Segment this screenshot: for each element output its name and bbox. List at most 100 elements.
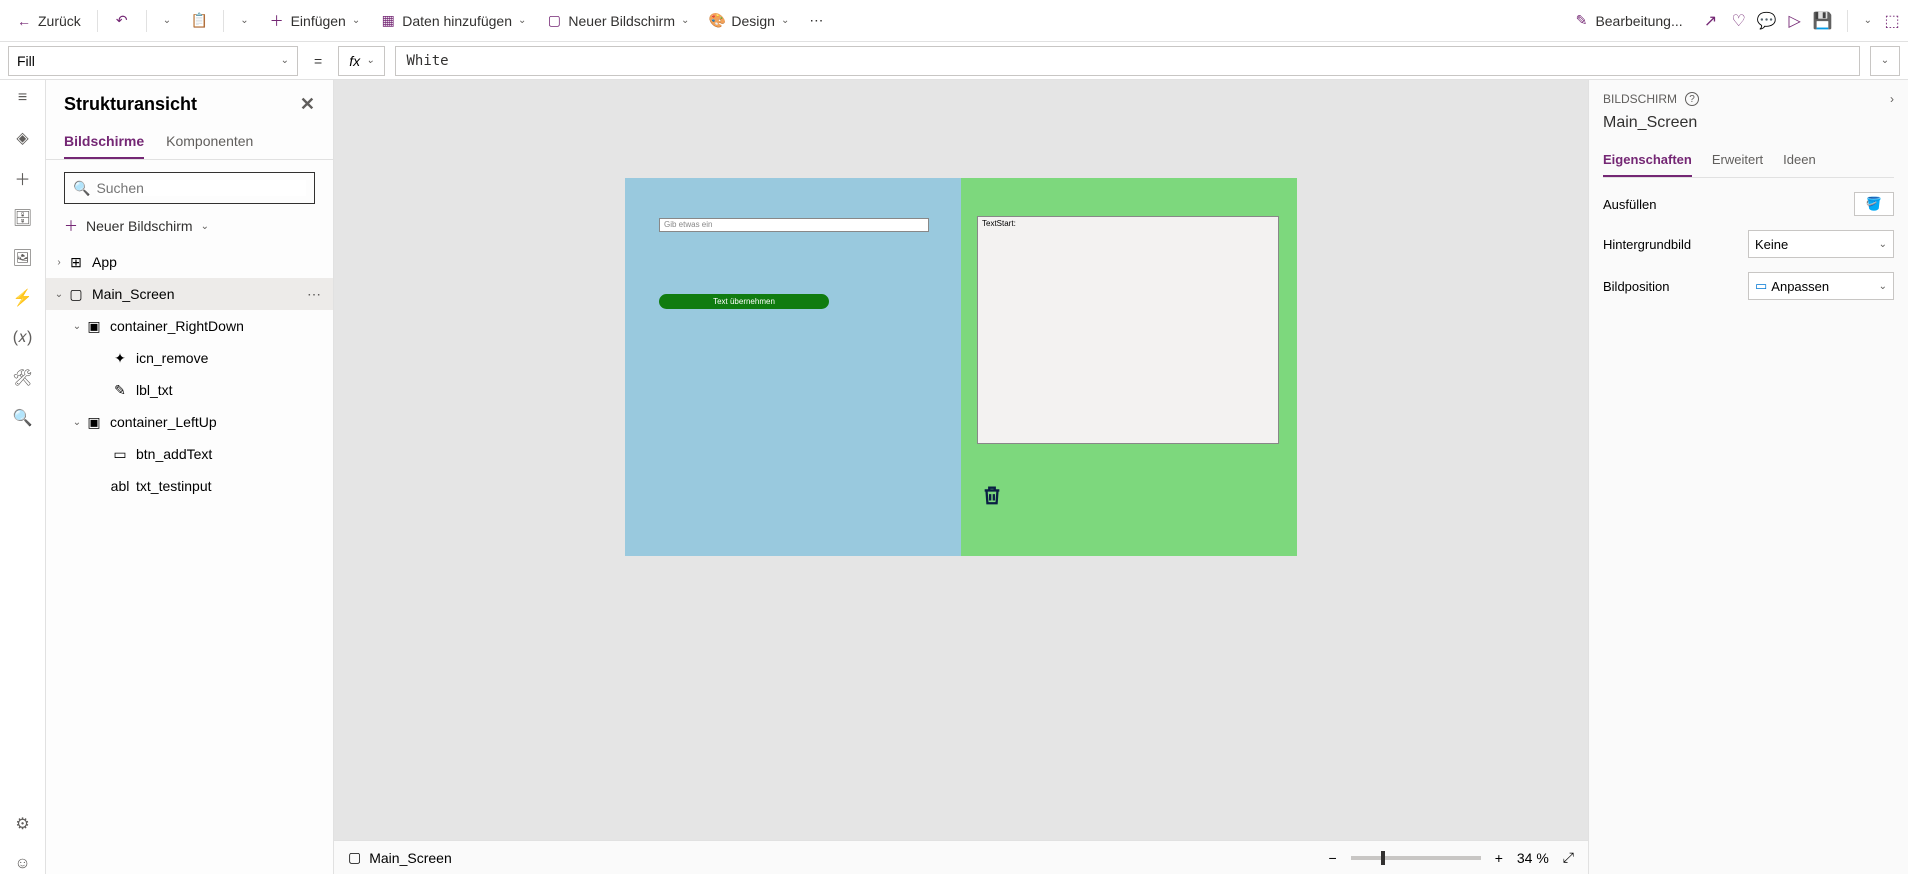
comments-icon[interactable]: 💬 [1759, 13, 1775, 29]
tree-item-txt-testinput[interactable]: abl txt_testinput [46, 470, 333, 502]
variables-icon[interactable]: (𝑥) [13, 328, 33, 348]
btn-addtext-preview[interactable]: Text übernehmen [659, 294, 829, 309]
txt-testinput-preview[interactable]: Gib etwas ein [659, 218, 929, 232]
left-rail: ≡ ◈ ＋ 🗄 🖼 ⚡ (𝑥) 🛠 🔍 ⚙ ☺ [0, 80, 46, 874]
new-screen-tree-button[interactable]: ＋ Neuer Bildschirm ⌄ [64, 216, 315, 236]
bg-image-select[interactable]: Keine ⌄ [1748, 230, 1894, 258]
app-icon: ⊞ [68, 254, 84, 270]
design-button[interactable]: 🎨 Design ⌄ [701, 9, 797, 33]
undo-button[interactable]: ↶ [106, 9, 138, 33]
search-icon: 🔍 [73, 180, 90, 197]
pencil-icon: ✎ [1573, 13, 1589, 29]
formula-input[interactable] [395, 46, 1860, 76]
more-button[interactable]: ⋯ [801, 8, 831, 33]
props-tab-advanced[interactable]: Erweitert [1712, 146, 1763, 177]
fill-color-picker[interactable]: 🪣 [1854, 192, 1894, 216]
properties-panel: BILDSCHIRM ? › Main_Screen Eigenschaften… [1588, 80, 1908, 874]
trash-icon[interactable] [981, 480, 1003, 510]
publish-icon[interactable]: ⬚ [1884, 13, 1900, 29]
back-button[interactable]: ← Zurück [8, 9, 89, 33]
tools-icon[interactable]: 🛠 [13, 368, 33, 388]
property-selector[interactable]: Fill ⌄ [8, 46, 298, 76]
insert-label: Einfügen [291, 13, 346, 29]
share-icon[interactable]: ↗ [1703, 13, 1719, 29]
edit-label: Bearbeitung... [1595, 13, 1682, 29]
media-icon[interactable]: 🖼 [13, 248, 33, 268]
app-screen-preview[interactable]: Gib etwas ein Text übernehmen TextStart: [625, 178, 1297, 556]
textinput-icon: abl [112, 478, 128, 494]
add-data-button[interactable]: ▦ Daten hinzufügen ⌄ [372, 9, 534, 33]
data-icon[interactable]: 🗄 [13, 208, 33, 228]
props-element-name: Main_Screen [1603, 114, 1894, 132]
settings-icon[interactable]: ⚙ [13, 814, 33, 834]
chevron-down-icon: ⌄ [72, 417, 82, 428]
chevron-down-icon: ⌄ [201, 221, 209, 232]
zoom-value: 34 [1517, 850, 1533, 866]
edit-mode-button[interactable]: ✎ Bearbeitung... [1565, 9, 1690, 33]
undo-dropdown[interactable]: ⌄ [155, 11, 179, 30]
hamburger-icon[interactable]: ≡ [13, 88, 33, 108]
screen-icon: ▢ [546, 13, 562, 29]
chevron-down-icon: ⌄ [366, 55, 374, 66]
chevron-down-icon[interactable]: ⌄ [1864, 15, 1872, 26]
tree-item-btn-addtext[interactable]: ▭ btn_addText [46, 438, 333, 470]
props-tab-ideas[interactable]: Ideen [1783, 146, 1816, 177]
top-toolbar: ← Zurück ↶ ⌄ 📋 ⌄ ＋ Einfügen ⌄ ▦ Daten hi… [0, 0, 1908, 42]
insert-button[interactable]: ＋ Einfügen ⌄ [261, 9, 369, 33]
tree-view-icon[interactable]: ◈ [13, 128, 33, 148]
img-position-select[interactable]: ▭ Anpassen ⌄ [1748, 272, 1894, 300]
tree-item-lbl-txt[interactable]: ✎ lbl_txt [46, 374, 333, 406]
zoom-thumb[interactable] [1381, 851, 1385, 865]
fx-label: fx [349, 53, 360, 69]
label-icon: ✎ [112, 382, 128, 398]
tree-item-container-left[interactable]: ⌄ ▣ container_LeftUp [46, 406, 333, 438]
close-icon[interactable]: ✕ [300, 94, 315, 115]
container-icon: ▣ [86, 414, 102, 430]
zoom-in-icon[interactable]: + [1495, 850, 1503, 866]
virtual-agent-icon[interactable]: ☺ [13, 854, 33, 874]
power-automate-icon[interactable]: ⚡ [13, 288, 33, 308]
chevron-down-icon: ⌄ [240, 15, 248, 26]
insert-icon[interactable]: ＋ [13, 168, 33, 188]
fx-indicator[interactable]: fx ⌄ [338, 46, 385, 76]
help-icon[interactable]: ? [1685, 92, 1699, 106]
prop-imgpos-label: Bildposition [1603, 279, 1670, 294]
tree-item-label: container_LeftUp [110, 414, 217, 430]
save-icon[interactable]: 💾 [1815, 13, 1831, 29]
chevron-down-icon: ⌄ [1881, 55, 1889, 66]
paste-button[interactable]: 📋 [183, 9, 215, 33]
chevron-down-icon: ⌄ [681, 15, 689, 26]
tab-screens[interactable]: Bildschirme [64, 125, 144, 159]
tree-item-app[interactable]: › ⊞ App [46, 246, 333, 278]
add-data-label: Daten hinzufügen [402, 13, 512, 29]
tree-item-main-screen[interactable]: ⌄ ▢ Main_Screen ⋯ [46, 278, 333, 310]
tree-search-input[interactable] [96, 180, 306, 196]
tree-item-icn-remove[interactable]: ✦ icn_remove [46, 342, 333, 374]
container-leftup-preview[interactable]: Gib etwas ein Text übernehmen [625, 178, 961, 556]
play-icon[interactable]: ▷ [1787, 13, 1803, 29]
zoom-slider[interactable] [1351, 856, 1481, 860]
tree-item-label: App [92, 254, 117, 270]
zoom-out-icon[interactable]: − [1329, 850, 1337, 866]
tree-search[interactable]: 🔍 [64, 172, 315, 204]
chevron-down-icon: ⌄ [352, 15, 360, 26]
paint-bucket-icon: 🪣 [1866, 196, 1882, 212]
new-screen-button[interactable]: ▢ Neuer Bildschirm ⌄ [538, 9, 697, 33]
paste-dropdown[interactable]: ⌄ [232, 11, 256, 30]
fit-screen-icon[interactable]: ⤢ [1563, 849, 1574, 866]
checker-icon[interactable]: ♡ [1731, 13, 1747, 29]
formula-bar: Fill ⌄ = fx ⌄ ⌄ [0, 42, 1908, 80]
icon-control-icon: ✦ [112, 350, 128, 366]
lbl-txt-preview[interactable]: TextStart: [977, 216, 1279, 444]
formula-expand-button[interactable]: ⌄ [1870, 46, 1900, 76]
tree-item-label: container_RightDown [110, 318, 244, 334]
props-tab-properties[interactable]: Eigenschaften [1603, 146, 1692, 177]
canvas-viewport[interactable]: Gib etwas ein Text übernehmen TextStart: [334, 80, 1588, 840]
more-icon[interactable]: ⋯ [307, 286, 321, 303]
container-rightdown-preview[interactable]: TextStart: [961, 178, 1297, 556]
chevron-down-icon: ⌄ [1879, 239, 1887, 250]
tree-item-container-right[interactable]: ⌄ ▣ container_RightDown [46, 310, 333, 342]
chevron-right-icon[interactable]: › [1890, 92, 1894, 106]
tab-components[interactable]: Komponenten [166, 125, 253, 159]
search-icon[interactable]: 🔍 [13, 408, 33, 428]
